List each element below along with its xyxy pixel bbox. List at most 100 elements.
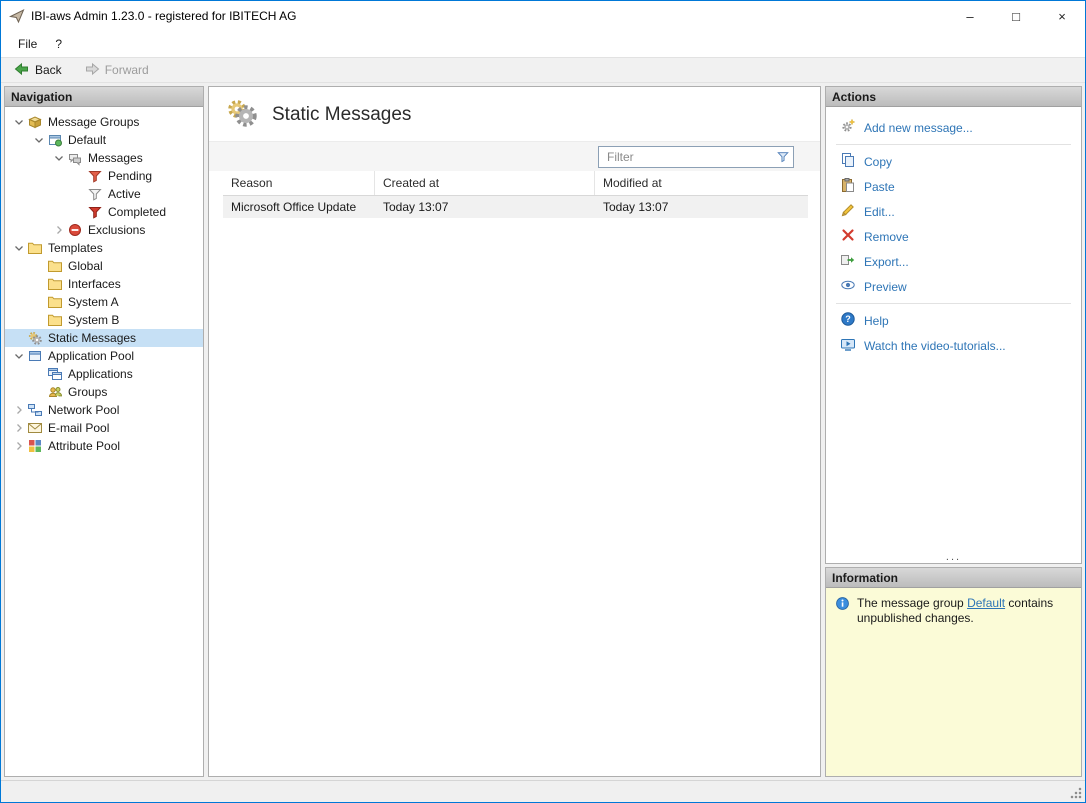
chevron-spacer <box>31 294 47 310</box>
back-button[interactable]: Back <box>7 59 69 82</box>
action-label: Watch the video-tutorials... <box>864 339 1006 353</box>
chevron-down-icon[interactable] <box>31 132 47 148</box>
export-action[interactable]: Export... <box>826 249 1081 274</box>
information-body: The message group Default contains unpub… <box>826 588 1081 776</box>
add-message-icon <box>840 118 856 137</box>
chevron-down-icon[interactable] <box>11 114 27 130</box>
nav-item-groups[interactable]: Groups <box>5 383 203 401</box>
nav-label: Groups <box>68 385 107 399</box>
table-row[interactable]: Microsoft Office Update Today 13:07 Toda… <box>223 196 808 218</box>
back-arrow-icon <box>14 61 30 80</box>
nav-label: Attribute Pool <box>48 439 120 453</box>
action-label: Paste <box>864 180 895 194</box>
chevron-right-icon[interactable] <box>11 438 27 454</box>
information-header: Information <box>826 568 1081 588</box>
nav-item-messages[interactable]: Messages <box>5 149 203 167</box>
action-label: Export... <box>864 255 909 269</box>
nav-item-active[interactable]: Active <box>5 185 203 203</box>
nav-item-completed[interactable]: Completed <box>5 203 203 221</box>
nav-item-static-messages[interactable]: Static Messages <box>5 329 203 347</box>
menu-file[interactable]: File <box>9 33 46 55</box>
cell-modified-at: Today 13:07 <box>595 200 808 214</box>
forward-button[interactable]: Forward <box>77 59 156 82</box>
page-title-row: Static Messages <box>209 87 820 141</box>
nav-item-interfaces[interactable]: Interfaces <box>5 275 203 293</box>
folder-icon <box>47 294 63 310</box>
chevron-spacer <box>31 312 47 328</box>
nav-item-system-a[interactable]: System A <box>5 293 203 311</box>
table-header-row: Reason Created at Modified at <box>223 171 808 196</box>
nav-item-global[interactable]: Global <box>5 257 203 275</box>
chevron-spacer <box>71 168 87 184</box>
nav-item-system-b[interactable]: System B <box>5 311 203 329</box>
nav-item-applications[interactable]: Applications <box>5 365 203 383</box>
maximize-button[interactable]: □ <box>993 1 1039 31</box>
information-panel: Information The message group Default co… <box>825 567 1082 777</box>
actions-overflow-handle[interactable]: ... <box>826 552 1081 562</box>
paste-action[interactable]: Paste <box>826 174 1081 199</box>
filter-funnel-icon[interactable] <box>776 150 790 164</box>
pencil-icon <box>840 202 856 221</box>
messages-table: Reason Created at Modified at Microsoft … <box>223 171 808 218</box>
nav-label: Templates <box>48 241 103 255</box>
nav-item-message-groups[interactable]: Message Groups <box>5 113 203 131</box>
column-header-created-at[interactable]: Created at <box>375 171 595 195</box>
nav-item-email-pool[interactable]: E-mail Pool <box>5 419 203 437</box>
default-group-link[interactable]: Default <box>967 596 1005 610</box>
edit-action[interactable]: Edit... <box>826 199 1081 224</box>
action-label: Help <box>864 314 889 328</box>
resize-grip[interactable] <box>1069 786 1082 799</box>
nav-item-pending[interactable]: Pending <box>5 167 203 185</box>
chevron-right-icon[interactable] <box>51 222 67 238</box>
preview-action[interactable]: Preview <box>826 274 1081 299</box>
column-header-reason[interactable]: Reason <box>223 171 375 195</box>
static-messages-gear-icon <box>225 98 259 131</box>
nav-label: Static Messages <box>48 331 136 345</box>
chevron-right-icon[interactable] <box>11 420 27 436</box>
navigation-header: Navigation <box>5 87 203 107</box>
group-window-icon <box>47 132 63 148</box>
info-text-before: The message group <box>857 596 967 610</box>
messages-icon <box>67 150 83 166</box>
nav-label: Messages <box>88 151 143 165</box>
page-title: Static Messages <box>272 104 411 126</box>
info-icon <box>835 596 850 614</box>
close-button[interactable]: × <box>1039 1 1085 31</box>
package-icon <box>27 114 43 130</box>
gears-icon <box>27 330 43 346</box>
workspace: Navigation Message Groups Default Messag… <box>1 83 1085 780</box>
help-icon: ? <box>840 311 856 330</box>
chevron-down-icon[interactable] <box>11 240 27 256</box>
nav-label: Exclusions <box>88 223 145 237</box>
column-header-modified-at[interactable]: Modified at <box>595 171 808 195</box>
menu-help[interactable]: ? <box>46 33 71 55</box>
nav-label: Active <box>108 187 141 201</box>
nav-item-application-pool[interactable]: Application Pool <box>5 347 203 365</box>
filter-input[interactable] <box>598 146 794 168</box>
nav-item-templates[interactable]: Templates <box>5 239 203 257</box>
nav-item-network-pool[interactable]: Network Pool <box>5 401 203 419</box>
remove-x-icon <box>840 227 856 246</box>
nav-item-default[interactable]: Default <box>5 131 203 149</box>
video-tutorials-action[interactable]: Watch the video-tutorials... <box>826 333 1081 358</box>
svg-text:?: ? <box>845 314 851 324</box>
help-action[interactable]: ? Help <box>826 308 1081 333</box>
chevron-right-icon[interactable] <box>11 402 27 418</box>
minimize-button[interactable]: – <box>947 1 993 31</box>
nav-label: Global <box>68 259 103 273</box>
copy-action[interactable]: Copy <box>826 149 1081 174</box>
chevron-down-icon[interactable] <box>51 150 67 166</box>
nav-label: Message Groups <box>48 115 139 129</box>
chevron-spacer <box>31 384 47 400</box>
chevron-down-icon[interactable] <box>11 348 27 364</box>
nav-label: Completed <box>108 205 166 219</box>
information-message: The message group Default contains unpub… <box>857 596 1072 626</box>
nav-item-attribute-pool[interactable]: Attribute Pool <box>5 437 203 455</box>
chevron-spacer <box>31 258 47 274</box>
action-label: Remove <box>864 230 909 244</box>
nav-item-exclusions[interactable]: Exclusions <box>5 221 203 239</box>
app-window-icon <box>27 348 43 364</box>
add-new-message-action[interactable]: Add new message... <box>826 115 1081 140</box>
remove-action[interactable]: Remove <box>826 224 1081 249</box>
attributes-icon <box>27 438 43 454</box>
